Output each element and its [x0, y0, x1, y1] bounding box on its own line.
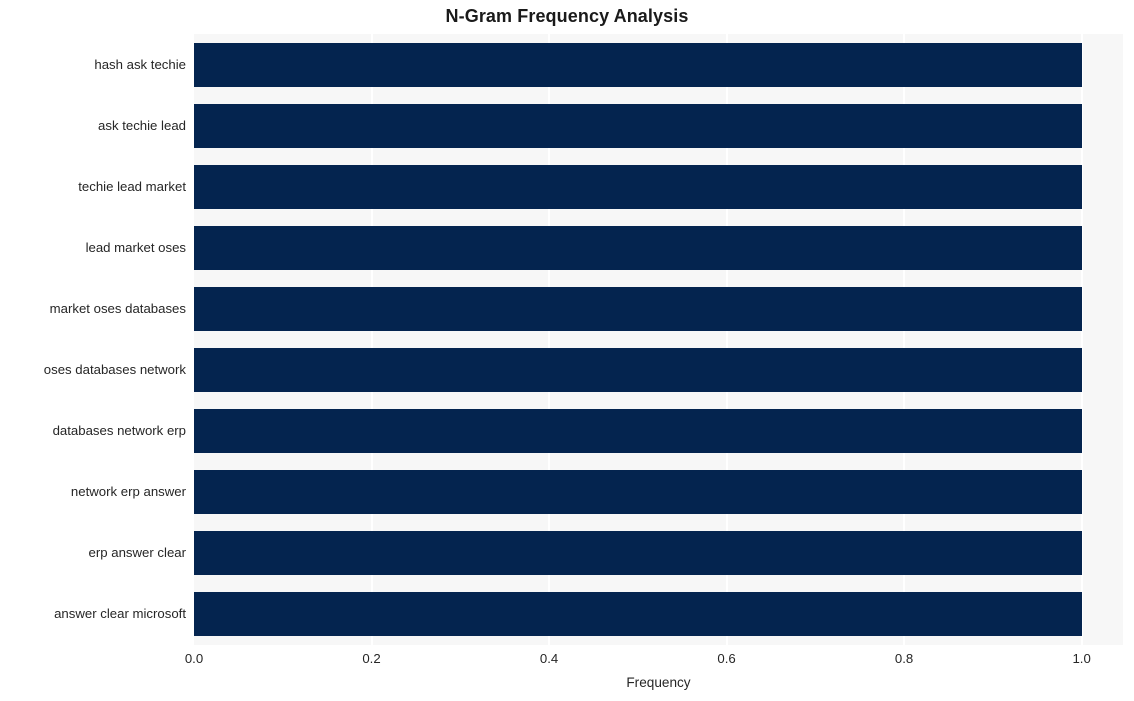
x-axis-title: Frequency [626, 675, 691, 690]
y-axis-tick-label: lead market oses [85, 239, 186, 255]
chart-title: N-Gram Frequency Analysis [445, 6, 689, 26]
y-axis-tick-label: market oses databases [49, 300, 186, 316]
y-axis-tick-label: techie lead market [78, 178, 186, 194]
bar [194, 409, 1082, 454]
y-axis-tick-label: oses databases network [43, 362, 186, 378]
x-axis-tick-label: 0.4 [539, 651, 559, 666]
y-axis-tick-labels: hash ask techie ask techie lead techie lea… [0, 34, 186, 645]
y-axis-tick-label: erp answer clear [88, 545, 186, 561]
bar [194, 531, 1082, 576]
y-axis-tick-label: hash ask techie [94, 56, 186, 72]
bar [194, 42, 1082, 87]
x-axis-tick-labels: 0.0 0.2 0.4 0.6 0.8 1.0 [0, 651, 1134, 671]
bar [194, 286, 1082, 331]
x-axis-tick-label: 0.8 [894, 651, 914, 666]
y-axis-tick-label: ask techie lead [98, 117, 186, 133]
bar [194, 103, 1082, 148]
bar [194, 164, 1082, 209]
y-axis-tick-label: databases network erp [52, 423, 186, 439]
plot-area [194, 34, 1123, 645]
bar [194, 470, 1082, 515]
chart-figure: N-Gram Frequency Analysis hash ask techi… [0, 0, 1134, 701]
x-axis-tick-label: 0.6 [717, 651, 736, 666]
x-axis-tick-label: 0.0 [184, 651, 204, 666]
y-axis-tick-label: answer clear microsoft [54, 606, 186, 622]
bar [194, 592, 1082, 637]
x-axis-tick-label: 1.0 [1072, 651, 1091, 666]
x-axis-tick-label: 0.2 [362, 651, 381, 666]
bar [194, 225, 1082, 270]
y-axis-tick-label: network erp answer [70, 484, 186, 500]
bar [194, 348, 1082, 393]
